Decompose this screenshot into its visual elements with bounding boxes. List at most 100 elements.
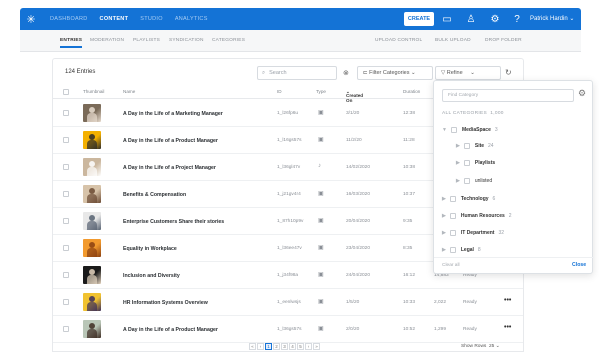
thumbnail-image[interactable] [83, 239, 101, 257]
category-site[interactable]: ▶ Site 24 [456, 143, 494, 149]
search-input[interactable]: ⌕ Search [257, 66, 337, 80]
first-page-button[interactable]: « [249, 343, 256, 350]
expand-arrow-icon[interactable]: ▶ [442, 196, 446, 202]
page-3[interactable]: 3 [281, 343, 288, 350]
create-button[interactable]: CREATE [404, 12, 434, 26]
gear-icon[interactable]: ⚙ [578, 88, 586, 99]
thumbnail-image[interactable] [83, 104, 101, 122]
tab-playlists[interactable]: PLAYLISTS [133, 38, 160, 43]
tab-moderation[interactable]: MODERATION [90, 38, 124, 43]
col-duration[interactable]: Duration [403, 89, 420, 94]
row-checkbox[interactable] [63, 110, 69, 116]
col-id[interactable]: ID [277, 89, 282, 94]
category-checkbox[interactable] [463, 160, 470, 166]
tab-categories[interactable]: CATEGORIES [212, 38, 245, 43]
thumbnail-image[interactable] [83, 320, 101, 338]
category-checkbox[interactable] [463, 143, 470, 149]
col-name[interactable]: Name [123, 89, 135, 94]
entry-name[interactable]: Benefits & Compensation [123, 192, 186, 198]
entry-name[interactable]: HR Information Systems Overview [123, 300, 208, 306]
col-created-on[interactable]: Created On ⌄ [346, 89, 363, 103]
last-page-button[interactable]: » [313, 343, 320, 350]
refine-dropdown[interactable]: ▽ Refine ⌄ [435, 66, 501, 80]
category-it-department[interactable]: ▶ IT Department 32 [442, 230, 504, 236]
entry-name[interactable]: Inclusion and Diversity [123, 273, 180, 279]
category-checkbox[interactable] [449, 196, 456, 202]
upload-folder-icon[interactable]: ▭ [440, 12, 454, 26]
page-1[interactable]: 1 [265, 343, 272, 350]
category-checkbox[interactable] [450, 127, 457, 133]
table-row[interactable]: A Day in the Life of a Product Manager 1_… [53, 316, 523, 343]
entry-name[interactable]: A Day in the Life of a Project Manager [123, 165, 216, 171]
bulk-upload-button[interactable]: BULK UPLOAD [435, 38, 471, 43]
thumbnail-image[interactable] [83, 293, 101, 311]
entry-name[interactable]: Equality in Workplace [123, 246, 177, 252]
user-menu[interactable]: Patrick Hardin ⌄ [530, 15, 574, 22]
next-page-button[interactable]: › [305, 343, 312, 350]
clear-search-icon[interactable]: ⊗ [343, 69, 349, 77]
select-all-checkbox[interactable] [63, 89, 69, 95]
user-icon[interactable]: ♙ [464, 12, 478, 26]
row-checkbox[interactable] [63, 191, 69, 197]
logo-icon[interactable]: ✳ [20, 8, 42, 30]
more-actions-icon[interactable]: ••• [504, 324, 511, 331]
upload-control-button[interactable]: UPLOAD CONTROL [375, 38, 422, 43]
nav-studio[interactable]: STUDIO [140, 16, 163, 22]
category-checkbox[interactable] [449, 247, 456, 253]
thumbnail-image[interactable] [83, 266, 101, 284]
expand-arrow-icon[interactable]: ▼ [442, 127, 447, 133]
row-checkbox[interactable] [63, 326, 69, 332]
help-icon[interactable]: ? [510, 12, 524, 26]
category-unlisted[interactable]: ▶ unlisted [456, 178, 496, 184]
find-category-input[interactable]: Find Category [442, 89, 574, 102]
category-legal[interactable]: ▶ Legal 8 [442, 247, 481, 253]
thumbnail-image[interactable] [83, 131, 101, 149]
audio-icon: ♪ [318, 163, 321, 169]
row-checkbox[interactable] [63, 218, 69, 224]
row-checkbox[interactable] [63, 137, 69, 143]
category-technology[interactable]: ▶ Technology 6 [442, 196, 495, 202]
show-rows-select[interactable]: Show Rows 25 ⌄ [461, 344, 500, 349]
prev-page-button[interactable]: ‹ [257, 343, 264, 350]
table-row[interactable]: HR Information Systems Overview 1_eenlwsj… [53, 289, 523, 316]
page-2[interactable]: 2 [273, 343, 280, 350]
expand-arrow-icon[interactable]: ▶ [456, 160, 460, 166]
entry-name[interactable]: A Day in the Life of a Product Manager [123, 138, 218, 144]
row-checkbox[interactable] [63, 299, 69, 305]
entry-name[interactable]: Enterprise Customers Share their stories [123, 219, 224, 225]
nav-dashboard[interactable]: DASHBOARD [50, 16, 88, 22]
row-checkbox[interactable] [63, 245, 69, 251]
category-playlists[interactable]: ▶ Playlists [456, 160, 499, 166]
page-5[interactable]: 5 [297, 343, 304, 350]
category-human-resources[interactable]: ▶ Human Resources 2 [442, 213, 512, 219]
category-checkbox[interactable] [449, 213, 456, 219]
thumbnail-image[interactable] [83, 158, 101, 176]
nav-content[interactable]: CONTENT [100, 16, 129, 22]
page-4[interactable]: 4 [289, 343, 296, 350]
tab-entries[interactable]: ENTRIES [60, 38, 83, 48]
drop-folder-button[interactable]: DROP FOLDER [485, 38, 522, 43]
close-button[interactable]: Close [572, 262, 586, 268]
category-checkbox[interactable] [463, 178, 470, 184]
expand-arrow-icon[interactable]: ▶ [442, 247, 446, 253]
expand-arrow-icon[interactable]: ▶ [456, 178, 460, 184]
category-checkbox[interactable] [449, 230, 456, 236]
clear-all-link[interactable]: Clear all [442, 263, 460, 268]
settings-icon[interactable]: ⚙ [488, 12, 502, 26]
expand-arrow-icon[interactable]: ▶ [442, 213, 446, 219]
category-mediaspace[interactable]: ▼ MediaSpace 3 [442, 127, 498, 133]
thumbnail-image[interactable] [83, 212, 101, 230]
more-actions-icon[interactable]: ••• [504, 297, 511, 304]
expand-arrow-icon[interactable]: ▶ [442, 230, 446, 236]
thumbnail-image[interactable] [83, 185, 101, 203]
entry-name[interactable]: A Day in the Life of a Product Manager [123, 327, 218, 333]
entry-name[interactable]: A Day in the Life of a Marketing Manager [123, 111, 223, 117]
filter-categories-dropdown[interactable]: ⊏ Filter Categories ⌄ [357, 66, 433, 80]
row-checkbox[interactable] [63, 272, 69, 278]
col-type[interactable]: Type [316, 89, 326, 94]
tab-syndication[interactable]: SYNDICATION [169, 38, 204, 43]
refresh-icon[interactable]: ↻ [505, 68, 512, 77]
nav-analytics[interactable]: ANALYTICS [175, 16, 208, 22]
expand-arrow-icon[interactable]: ▶ [456, 143, 460, 149]
row-checkbox[interactable] [63, 164, 69, 170]
